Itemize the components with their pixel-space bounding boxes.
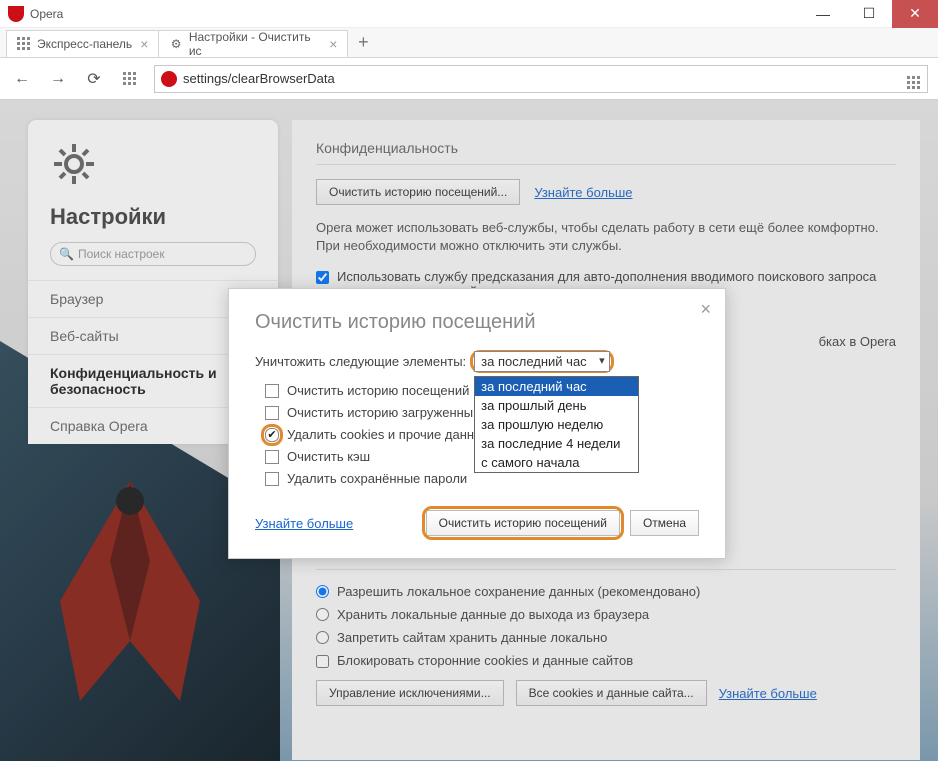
check-clear-passwords[interactable]: Удалить сохранённые пароли <box>265 471 699 486</box>
url-text: settings/clearBrowserData <box>183 71 335 86</box>
opera-icon <box>161 71 177 87</box>
dropdown-option[interactable]: за прошлый день <box>475 396 638 415</box>
checkbox-icon[interactable] <box>265 450 279 464</box>
new-tab-button[interactable]: + <box>348 28 378 57</box>
minimize-button[interactable]: — <box>800 0 846 28</box>
tab-speed-dial[interactable]: Экспресс-панель × <box>6 30 159 57</box>
checkbox-icon[interactable] <box>265 384 279 398</box>
window-title: Opera <box>30 7 63 21</box>
clear-button-highlight: Очистить историю посещений <box>426 510 620 536</box>
dropdown-option[interactable]: за прошлую неделю <box>475 415 638 434</box>
reload-button[interactable]: ⟳ <box>82 67 106 91</box>
back-button[interactable]: ← <box>10 67 34 91</box>
content-area: Настройки 🔍 Поиск настроек Браузер Веб-с… <box>0 100 938 761</box>
close-icon[interactable]: × <box>140 36 148 52</box>
forward-button[interactable]: → <box>46 67 70 91</box>
tab-settings[interactable]: ⚙ Настройки - Очистить ис × <box>158 30 348 57</box>
close-icon[interactable]: × <box>329 36 337 52</box>
dropdown-option[interactable]: за последние 4 недели <box>475 434 638 453</box>
tab-strip: Экспресс-панель × ⚙ Настройки - Очистить… <box>0 28 938 58</box>
dialog-footer: Узнайте больше Очистить историю посещени… <box>255 510 699 536</box>
grid-icon[interactable] <box>907 67 921 90</box>
speed-dial-button[interactable] <box>118 67 142 91</box>
close-button[interactable]: ✕ <box>892 0 938 28</box>
maximize-button[interactable]: ☐ <box>846 0 892 28</box>
address-input[interactable]: settings/clearBrowserData <box>154 65 928 93</box>
tab-label: Экспресс-панель <box>37 37 132 51</box>
window-controls: — ☐ ✕ <box>800 0 938 28</box>
grid-icon <box>17 37 31 51</box>
clear-history-dialog: × Очистить историю посещений Уничтожить … <box>228 288 726 559</box>
gear-icon: ⚙ <box>169 37 182 51</box>
dropdown-option[interactable]: с самого начала <box>475 453 638 472</box>
tab-label: Настройки - Очистить ис <box>189 30 321 58</box>
opera-logo-icon <box>8 6 24 22</box>
checkbox-icon[interactable] <box>265 472 279 486</box>
dialog-close-button[interactable]: × <box>700 299 711 320</box>
dropdown-option[interactable]: за последний час <box>475 377 638 396</box>
dialog-cancel-button[interactable]: Отмена <box>630 510 699 536</box>
checkbox-icon[interactable] <box>265 428 279 442</box>
dialog-clear-button[interactable]: Очистить историю посещений <box>426 510 620 536</box>
time-range-dropdown: за последний час за прошлый день за прош… <box>474 376 639 473</box>
window-titlebar: Opera — ☐ ✕ <box>0 0 938 28</box>
time-range-select[interactable]: за последний час <box>474 351 610 372</box>
address-bar: ← → ⟳ settings/clearBrowserData <box>0 58 938 100</box>
checkbox-icon[interactable] <box>265 406 279 420</box>
destroy-label: Уничтожить следующие элементы: <box>255 354 466 369</box>
dialog-title: Очистить историю посещений <box>255 311 699 334</box>
dialog-learn-more-link[interactable]: Узнайте больше <box>255 516 353 531</box>
time-range-select-highlight: за последний час за последний час за про… <box>474 354 610 369</box>
